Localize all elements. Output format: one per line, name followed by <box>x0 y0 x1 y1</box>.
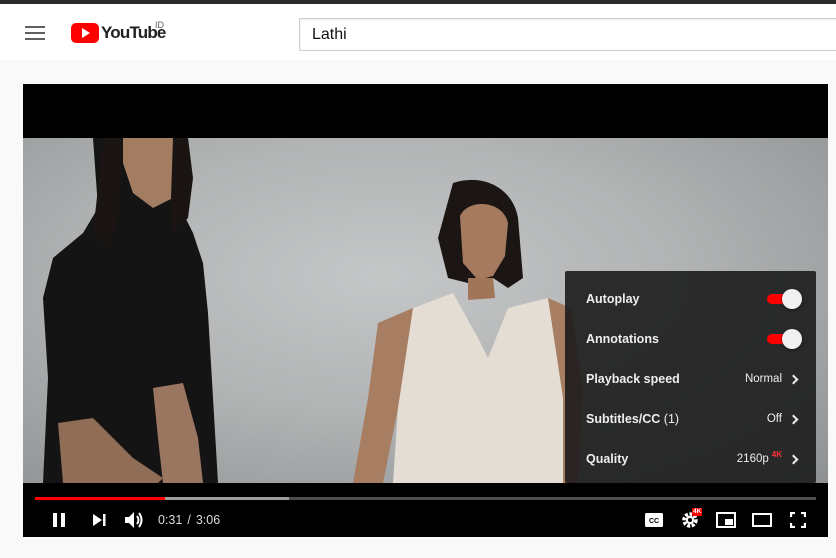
duration: 3:06 <box>195 512 221 527</box>
theater-icon <box>752 512 772 527</box>
fullscreen-button[interactable] <box>785 502 811 537</box>
subtitles-count: (1) <box>663 412 680 426</box>
settings-menu: Autoplay Annotations Playback speed Norm… <box>565 271 816 483</box>
playback-speed-value: Normal <box>744 373 782 385</box>
settings-button[interactable]: 4K <box>675 502 705 537</box>
quality-4k-badge: 4K <box>771 450 782 459</box>
theater-mode-button[interactable] <box>749 502 775 537</box>
youtube-logo[interactable]: YouTube <box>71 23 166 43</box>
next-icon <box>93 513 106 526</box>
masthead: YouTube ID <box>0 4 836 60</box>
annotations-label: Annotations <box>586 332 659 346</box>
menu-item-subtitles[interactable]: Subtitles/CC (1) Off <box>565 399 816 439</box>
menu-item-autoplay[interactable]: Autoplay <box>565 279 816 319</box>
time-separator: / <box>187 512 191 527</box>
fullscreen-icon <box>790 511 806 528</box>
annotations-toggle[interactable] <box>765 329 802 349</box>
youtube-play-logo-icon <box>71 23 99 43</box>
menu-item-playback-speed[interactable]: Playback speed Normal <box>565 359 816 399</box>
quality-value: 2160p 4K <box>736 450 782 465</box>
search-box[interactable] <box>299 18 836 51</box>
video-player[interactable]: Autoplay Annotations Playback speed Norm… <box>23 84 828 537</box>
subtitles-label: Subtitles/CC (1) <box>586 412 680 426</box>
current-time: 0:31 <box>158 512 183 527</box>
playback-speed-label: Playback speed <box>586 372 680 386</box>
search-input[interactable] <box>300 19 836 50</box>
volume-icon <box>125 511 143 528</box>
quality-label: Quality <box>586 452 629 466</box>
pause-button[interactable] <box>47 502 71 537</box>
miniplayer-icon <box>716 511 736 528</box>
chevron-right-icon <box>788 374 799 384</box>
time-display: 0:31 / 3:06 <box>158 502 220 537</box>
hamburger-menu-icon[interactable] <box>25 26 45 40</box>
pause-icon <box>53 512 65 527</box>
progress-played <box>35 497 166 500</box>
next-button[interactable] <box>87 502 111 537</box>
country-code: ID <box>155 20 164 30</box>
chevron-right-icon <box>788 414 799 424</box>
settings-4k-badge: 4K <box>692 508 703 516</box>
miniplayer-button[interactable] <box>713 502 739 537</box>
cc-icon: CC <box>645 512 663 527</box>
menu-item-annotations[interactable]: Annotations <box>565 319 816 359</box>
chevron-right-icon <box>788 454 799 464</box>
svg-text:CC: CC <box>649 518 659 525</box>
subtitles-button[interactable]: CC <box>641 502 667 537</box>
mute-button[interactable] <box>121 502 147 537</box>
autoplay-label: Autoplay <box>586 292 640 306</box>
autoplay-toggle[interactable] <box>765 289 802 309</box>
menu-item-quality[interactable]: Quality 2160p 4K <box>565 439 816 479</box>
subtitles-value: Off <box>766 413 782 425</box>
progress-bar[interactable] <box>35 497 816 500</box>
player-controls: 0:31 / 3:06 CC 4K <box>23 502 828 537</box>
